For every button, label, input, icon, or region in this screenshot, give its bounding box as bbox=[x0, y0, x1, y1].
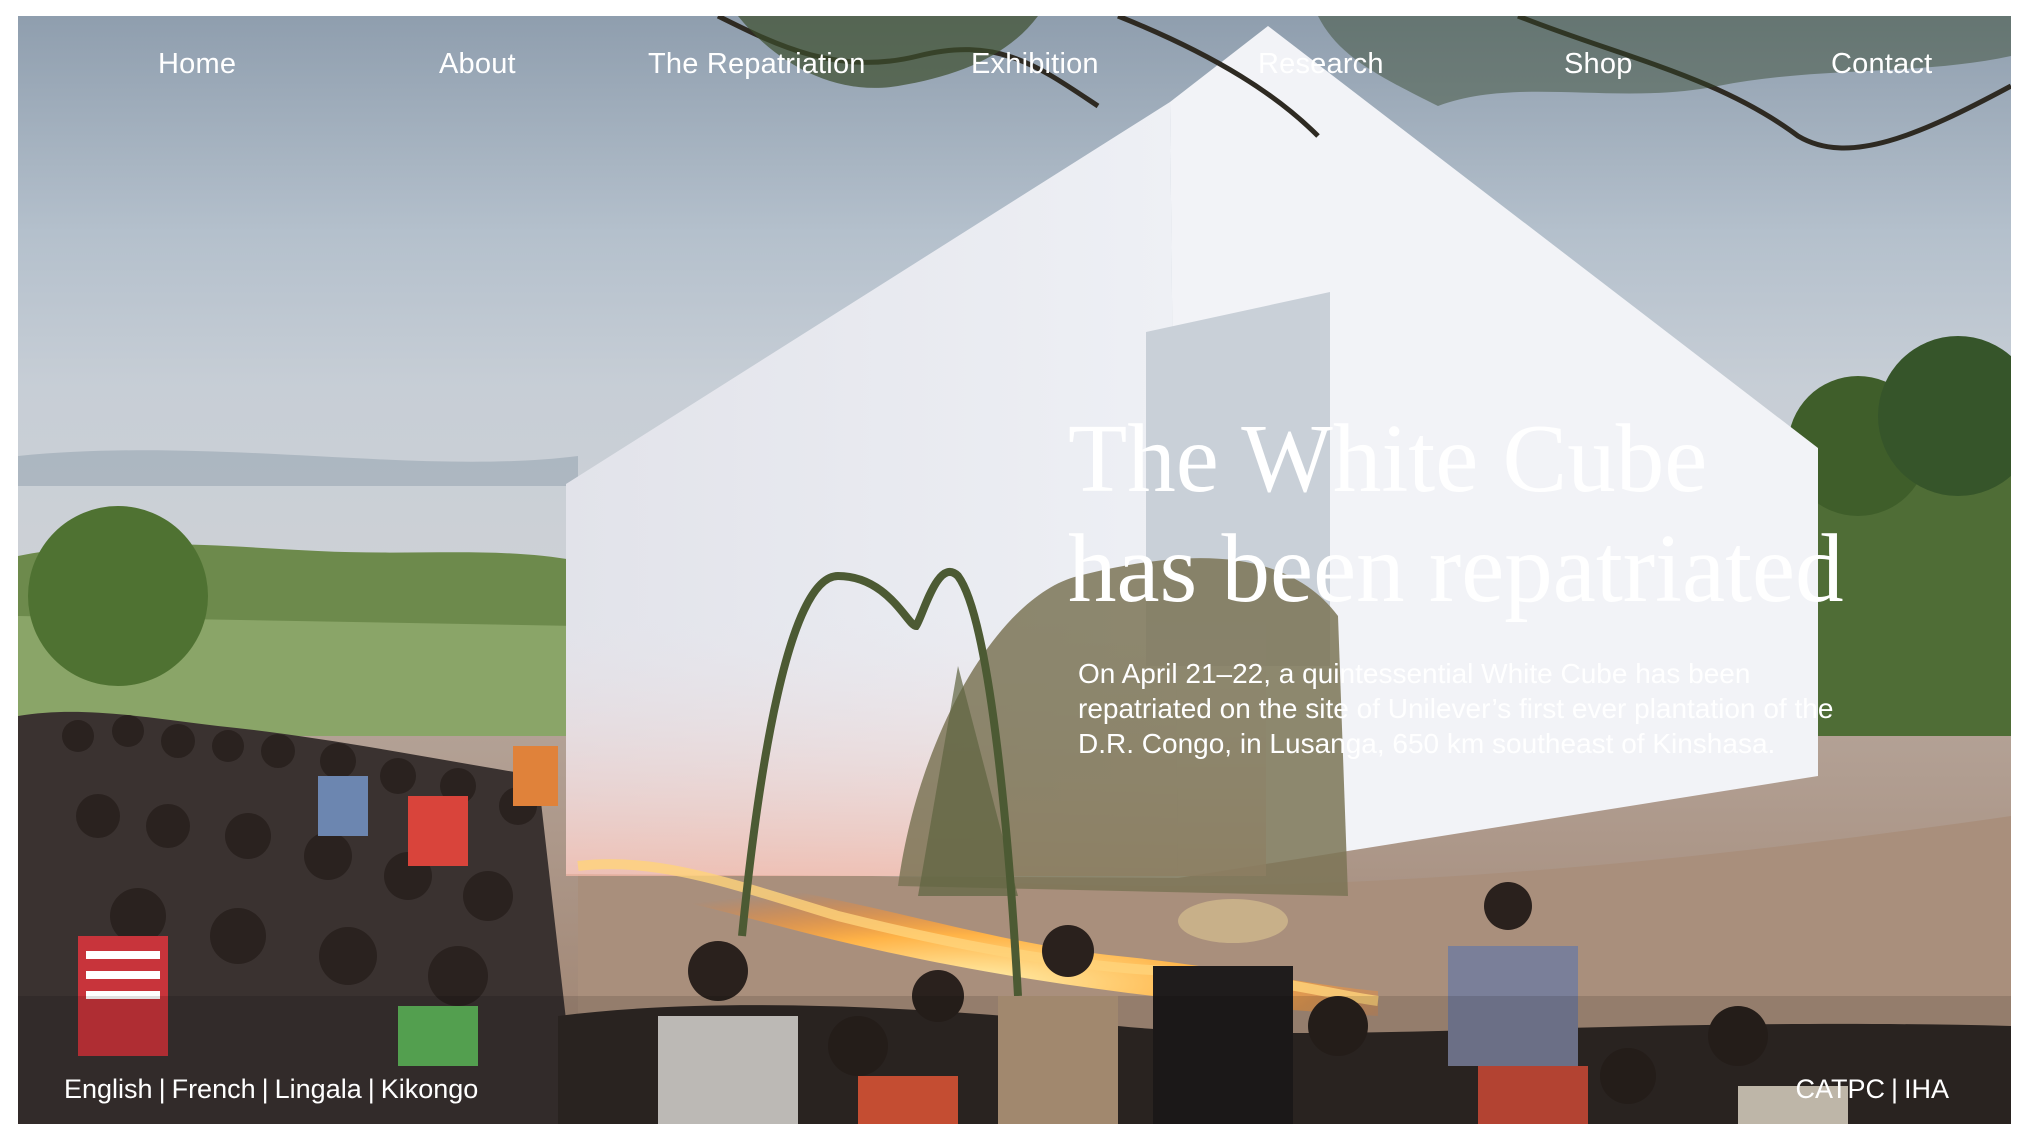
main-nav: Home About The Repatriation Exhibition R… bbox=[18, 48, 2011, 88]
organization-links: CATPC | IHA bbox=[1795, 1074, 1949, 1105]
nav-research[interactable]: Research bbox=[1258, 48, 1384, 81]
language-french[interactable]: French bbox=[172, 1074, 256, 1104]
separator: | bbox=[367, 1074, 375, 1104]
org-iha-link[interactable]: IHA bbox=[1904, 1074, 1949, 1104]
nav-shop[interactable]: Shop bbox=[1564, 48, 1633, 81]
language-selector: English | French | Lingala | Kikongo bbox=[64, 1074, 478, 1105]
separator: | bbox=[261, 1074, 269, 1104]
hero-title-line-1: The White Cube bbox=[1068, 405, 1708, 512]
language-lingala[interactable]: Lingala bbox=[275, 1074, 362, 1104]
hero-title-line-2: has been repatriated bbox=[1068, 515, 1844, 622]
language-english[interactable]: English bbox=[64, 1074, 153, 1104]
page-frame: Home About The Repatriation Exhibition R… bbox=[18, 16, 2011, 1124]
nav-exhibition[interactable]: Exhibition bbox=[971, 48, 1099, 81]
nav-about[interactable]: About bbox=[439, 48, 516, 81]
language-kikongo[interactable]: Kikongo bbox=[381, 1074, 479, 1104]
nav-contact[interactable]: Contact bbox=[1831, 48, 1932, 81]
nav-the-repatriation[interactable]: The Repatriation bbox=[648, 48, 866, 81]
org-catpc-link[interactable]: CATPC bbox=[1795, 1074, 1885, 1104]
separator: | bbox=[1890, 1074, 1898, 1104]
nav-home[interactable]: Home bbox=[158, 48, 236, 81]
separator: | bbox=[158, 1074, 166, 1104]
hero-description: On April 21–22, a quintessential White C… bbox=[1078, 658, 1834, 759]
hero-title: The White Cube has been repatriated bbox=[1068, 404, 1968, 624]
